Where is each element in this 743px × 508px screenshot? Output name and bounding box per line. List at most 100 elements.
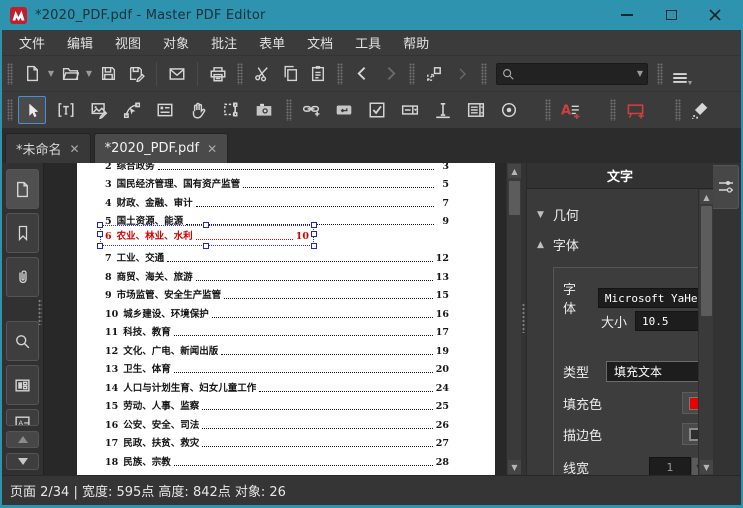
properties-toggle-tab[interactable] xyxy=(713,165,739,209)
font-size-input[interactable]: 10.5 xyxy=(635,311,704,331)
type-select[interactable]: 填充文本 xyxy=(606,361,713,382)
search-dropdown-icon[interactable]: ▼ xyxy=(637,69,643,78)
close-button[interactable] xyxy=(693,0,737,30)
save-as-button[interactable] xyxy=(122,60,150,88)
edit-text-tool-button[interactable] xyxy=(52,96,80,124)
tab-close-icon[interactable]: ✕ xyxy=(70,142,80,156)
select-tool-button[interactable] xyxy=(18,96,46,124)
cut-button[interactable] xyxy=(248,60,276,88)
back-button[interactable] xyxy=(348,60,376,88)
add-callout-tool-button[interactable] xyxy=(621,96,649,124)
edit-form-tool-button[interactable] xyxy=(151,96,179,124)
form-fields-panel-button[interactable] xyxy=(6,365,39,405)
menu-edit[interactable]: 编辑 xyxy=(56,30,104,55)
toolbar-grip[interactable] xyxy=(7,99,13,121)
toolbar-grip[interactable] xyxy=(286,99,292,121)
selection-handle[interactable] xyxy=(203,221,209,228)
selection-handle[interactable] xyxy=(311,221,317,228)
minimize-button[interactable] xyxy=(605,0,649,30)
tab-2020-pdf[interactable]: *2020_PDF.pdf ✕ xyxy=(93,133,229,163)
selection-handle[interactable] xyxy=(97,221,103,228)
radio-button-tool-button[interactable] xyxy=(495,96,523,124)
scroll-down-icon[interactable]: ▼ xyxy=(508,460,521,474)
toc-row: 13 卫生、体育 20 xyxy=(105,364,449,375)
combobox-tool-button[interactable] xyxy=(396,96,424,124)
copy-button[interactable] xyxy=(276,60,304,88)
selection-handle[interactable] xyxy=(311,242,317,249)
attachments-panel-button[interactable] xyxy=(6,257,39,297)
sidebar-splitter-grip[interactable] xyxy=(38,299,42,325)
text-field-tool-button[interactable] xyxy=(429,96,457,124)
paste-button[interactable] xyxy=(304,60,332,88)
fit-page-button[interactable] xyxy=(420,60,448,88)
scrollbar-thumb[interactable] xyxy=(509,181,520,215)
new-document-dropdown[interactable]: ▼ xyxy=(46,60,56,88)
list-box-tool-button[interactable] xyxy=(462,96,490,124)
menu-file[interactable]: 文件 xyxy=(8,30,56,55)
new-document-button[interactable] xyxy=(18,60,46,88)
maximize-button[interactable] xyxy=(649,0,693,30)
toolbar-grip[interactable] xyxy=(657,62,663,85)
toc-row-selected[interactable]: 6 农业、林业、水利 10 xyxy=(97,221,449,250)
email-button[interactable] xyxy=(163,60,191,88)
toolbar-grip[interactable] xyxy=(237,62,243,85)
add-text-tool-button[interactable]: A xyxy=(556,96,584,124)
checkbox-tool-button[interactable] xyxy=(363,96,391,124)
toolbar-grip[interactable] xyxy=(7,62,13,85)
push-button-tool-button[interactable] xyxy=(330,96,358,124)
section-font[interactable]: ▲ 字体 xyxy=(537,235,579,254)
search-input[interactable] xyxy=(515,66,637,81)
toolbar-grip[interactable] xyxy=(675,99,681,121)
toolbar-grip[interactable] xyxy=(610,99,616,121)
menu-tools[interactable]: 工具 xyxy=(344,30,392,55)
scrollbar-thumb[interactable] xyxy=(701,206,712,316)
toolbar-grip[interactable] xyxy=(481,62,487,85)
toolbar-menu-button[interactable]: ▼ xyxy=(668,60,696,88)
pdf-page[interactable]: 2 综合政务 3 3 国民经济管理、国有资产监管 5 4 财政、金融、审计 7 5 国土资源、… xyxy=(77,163,495,475)
search-panel-button[interactable] xyxy=(6,321,39,361)
text-object-selection[interactable]: 6 农业、林业、水利 10 xyxy=(97,221,317,249)
selection-handle[interactable] xyxy=(311,231,317,237)
left-sidebar: A= xyxy=(2,163,44,475)
forward-button[interactable] xyxy=(376,60,404,88)
sidebar-scroll-down-button[interactable] xyxy=(6,453,39,470)
add-link-tool-button[interactable] xyxy=(297,96,325,124)
open-file-button[interactable] xyxy=(56,60,84,88)
menu-annotation[interactable]: 批注 xyxy=(200,30,248,55)
sidebar-scroll-up-button[interactable] xyxy=(6,431,39,448)
edit-image-tool-button[interactable] xyxy=(85,96,113,124)
snapshot-tool-button[interactable] xyxy=(250,96,278,124)
open-file-dropdown[interactable]: ▼ xyxy=(84,60,94,88)
edit-path-tool-button[interactable] xyxy=(118,96,146,124)
panel-scrollbar[interactable]: ▲ ▼ xyxy=(698,189,713,475)
tab-untitled[interactable]: *未命名 ✕ xyxy=(5,133,91,163)
menu-help[interactable]: 帮助 xyxy=(392,30,440,55)
section-geometry[interactable]: ▼ 几何 xyxy=(537,205,579,224)
zoom-mode-button[interactable] xyxy=(448,60,476,88)
toolbar-grip[interactable] xyxy=(409,62,415,85)
selection-handle[interactable] xyxy=(97,242,103,249)
selection-handle[interactable] xyxy=(97,231,103,237)
selection-handle[interactable] xyxy=(203,242,209,249)
thumbnails-panel-button[interactable] xyxy=(6,169,39,209)
save-button[interactable] xyxy=(94,60,122,88)
menu-view[interactable]: 视图 xyxy=(104,30,152,55)
font-name-input[interactable]: Microsoft YaHei xyxy=(597,288,713,308)
print-button[interactable] xyxy=(204,60,232,88)
document-view[interactable]: 2 综合政务 3 3 国民经济管理、国有资产监管 5 4 财政、金融、审计 7 5 国土资源、… xyxy=(44,163,506,475)
bookmarks-panel-button[interactable] xyxy=(6,213,39,253)
menu-form[interactable]: 表单 xyxy=(248,30,296,55)
signatures-panel-button[interactable]: A= xyxy=(6,409,39,426)
toolbar-grip[interactable] xyxy=(545,99,551,121)
hand-tool-button[interactable] xyxy=(184,96,212,124)
document-scrollbar[interactable]: ▲ ▼ xyxy=(506,163,521,475)
toolbar-grip[interactable] xyxy=(337,62,343,85)
menu-document[interactable]: 文档 xyxy=(296,30,344,55)
tab-close-icon[interactable]: ✕ xyxy=(207,142,217,156)
menu-object[interactable]: 对象 xyxy=(152,30,200,55)
select-area-tool-button[interactable] xyxy=(217,96,245,124)
eraser-tool-button[interactable] xyxy=(686,96,714,124)
scroll-down-icon[interactable]: ▼ xyxy=(700,460,713,474)
scroll-up-icon[interactable]: ▲ xyxy=(508,164,521,178)
scroll-up-icon[interactable]: ▲ xyxy=(700,190,713,204)
